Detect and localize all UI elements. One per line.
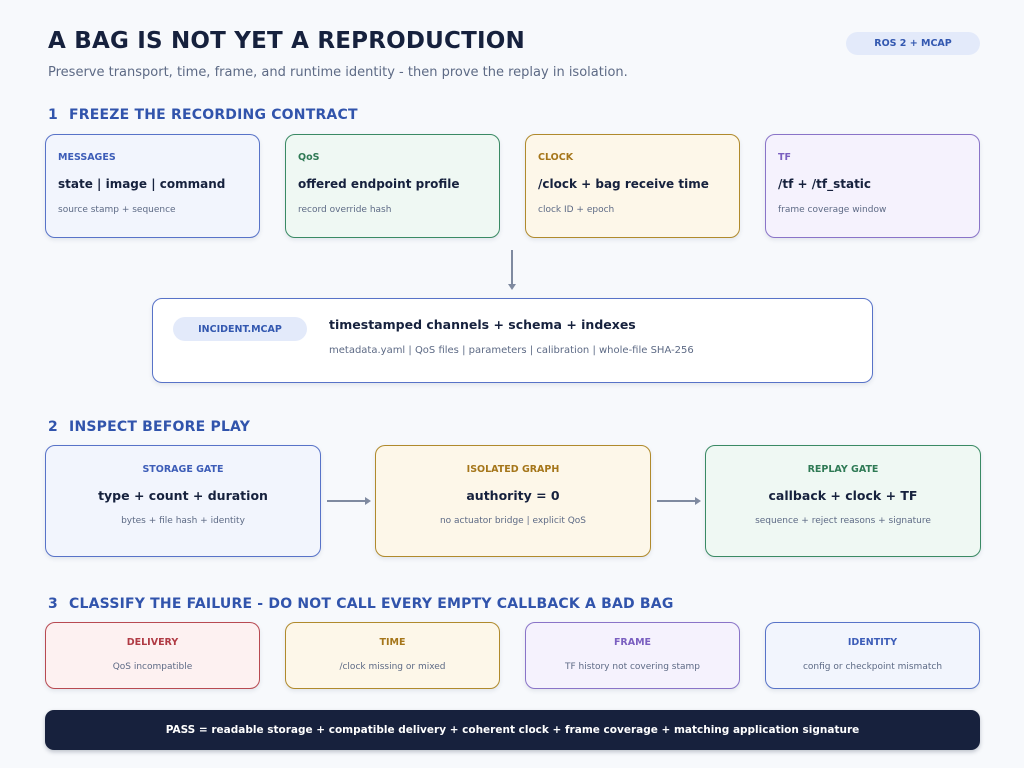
card-main: type + count + duration — [98, 488, 268, 503]
card-main: callback + clock + TF — [768, 488, 918, 503]
right-arrow-connector — [327, 497, 371, 504]
card-label: QoS — [298, 152, 320, 163]
section-2-heading: 2 INSPECT BEFORE PLAY — [48, 419, 250, 435]
section-1-title: FREEZE THE RECORDING CONTRACT — [69, 107, 358, 123]
artifact-main: timestamped channels + schema + indexes — [329, 317, 636, 332]
card-main: offered endpoint profile — [298, 177, 460, 191]
incident-mcap-artifact: INCIDENT.MCAP timestamped channels + sch… — [152, 298, 873, 383]
section-1-heading: 1 FREEZE THE RECORDING CONTRACT — [48, 107, 358, 123]
card-frame-failure: FRAME TF history not covering stamp — [525, 622, 740, 689]
card-sub: source stamp + sequence — [58, 205, 176, 215]
card-label: DELIVERY — [126, 637, 179, 648]
card-main: /tf + /tf_static — [778, 177, 872, 191]
card-main: authority = 0 — [466, 488, 560, 503]
card-qos: QoS offered endpoint profile record over… — [285, 134, 500, 238]
card-tf: TF /tf + /tf_static frame coverage windo… — [765, 134, 980, 238]
card-main: state | image | command — [58, 177, 226, 191]
card-label: TIME — [379, 637, 406, 648]
card-label: FRAME — [613, 637, 652, 648]
card-sub: clock ID + epoch — [538, 205, 615, 215]
card-main: /clock + bag receive time — [538, 177, 709, 191]
card-sub: /clock missing or mixed — [339, 662, 446, 672]
mcap-file-badge: INCIDENT.MCAP — [173, 317, 307, 341]
card-isolated-graph: ISOLATED GRAPH authority = 0 no actuator… — [375, 445, 651, 557]
card-label: MESSAGES — [58, 152, 116, 163]
down-arrow-connector — [508, 250, 515, 290]
section-1-number: 1 — [48, 107, 58, 123]
section-2-title: INSPECT BEFORE PLAY — [69, 419, 251, 435]
card-label: CLOCK — [538, 152, 574, 163]
tech-tag-badge: ROS 2 + MCAP — [846, 32, 980, 55]
card-clock: CLOCK /clock + bag receive time clock ID… — [525, 134, 740, 238]
section-3-heading: 3 CLASSIFY THE FAILURE - DO NOT CALL EVE… — [48, 596, 674, 612]
card-sub: config or checkpoint mismatch — [802, 662, 943, 672]
card-sub: frame coverage window — [778, 205, 887, 215]
card-sub: TF history not covering stamp — [565, 662, 700, 672]
section-3-number: 3 — [48, 596, 58, 612]
card-messages: MESSAGES state | image | command source … — [45, 134, 260, 238]
card-label: STORAGE GATE — [142, 464, 224, 475]
page-subtitle: Preserve transport, time, frame, and run… — [48, 65, 628, 80]
pass-criteria-bar: PASS = readable storage + compatible del… — [45, 710, 980, 750]
card-sub: QoS incompatible — [112, 662, 193, 672]
card-label: TF — [778, 152, 791, 163]
card-time-failure: TIME /clock missing or mixed — [285, 622, 500, 689]
section-3-title: CLASSIFY THE FAILURE - DO NOT CALL EVERY… — [69, 596, 674, 612]
card-label: REPLAY GATE — [807, 464, 879, 475]
card-identity-failure: IDENTITY config or checkpoint mismatch — [765, 622, 980, 689]
right-arrow-connector — [657, 497, 701, 504]
card-storage-gate: STORAGE GATE type + count + duration byt… — [45, 445, 321, 557]
card-label: IDENTITY — [847, 637, 898, 648]
card-replay-gate: REPLAY GATE callback + clock + TF sequen… — [705, 445, 981, 557]
artifact-sub: metadata.yaml | QoS files | parameters |… — [329, 345, 694, 356]
card-sub: bytes + file hash + identity — [121, 516, 245, 526]
card-sub: no actuator bridge | explicit QoS — [439, 516, 587, 526]
card-sub: record override hash — [298, 205, 392, 215]
page-title: A BAG IS NOT YET A REPRODUCTION — [48, 28, 525, 54]
card-delivery-failure: DELIVERY QoS incompatible — [45, 622, 260, 689]
card-sub: sequence + reject reasons + signature — [755, 516, 931, 526]
card-label: ISOLATED GRAPH — [466, 464, 560, 475]
section-2-number: 2 — [48, 419, 58, 435]
